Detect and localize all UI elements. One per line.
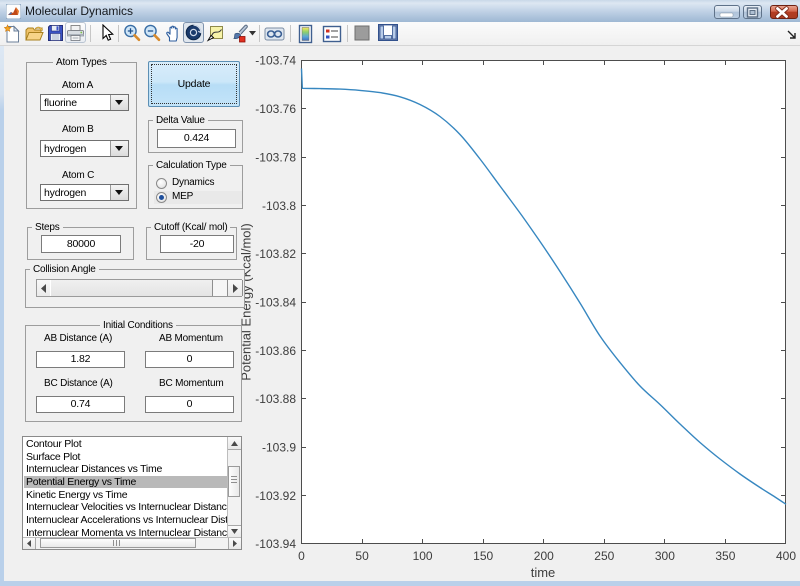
svg-text:-103.92: -103.92 [255, 489, 296, 503]
svg-text:-103.88: -103.88 [255, 392, 296, 406]
svg-text:200: 200 [534, 549, 554, 563]
svg-text:0: 0 [298, 549, 305, 563]
svg-text:100: 100 [413, 549, 433, 563]
svg-text:250: 250 [594, 549, 614, 563]
svg-text:50: 50 [355, 549, 369, 563]
svg-text:-103.94: -103.94 [255, 537, 296, 551]
svg-text:300: 300 [655, 549, 675, 563]
svg-text:-103.74: -103.74 [255, 54, 296, 68]
svg-text:time: time [531, 565, 556, 580]
svg-text:-103.78: -103.78 [255, 150, 296, 164]
svg-text:-103.86: -103.86 [255, 344, 296, 358]
svg-text:150: 150 [473, 549, 493, 563]
svg-text:400: 400 [776, 549, 796, 563]
svg-text:-103.82: -103.82 [255, 247, 296, 261]
svg-text:-103.84: -103.84 [255, 295, 296, 309]
svg-text:-103.9: -103.9 [262, 441, 296, 455]
svg-text:350: 350 [715, 549, 735, 563]
svg-text:-103.76: -103.76 [255, 102, 296, 116]
svg-text:-103.8: -103.8 [262, 199, 296, 213]
